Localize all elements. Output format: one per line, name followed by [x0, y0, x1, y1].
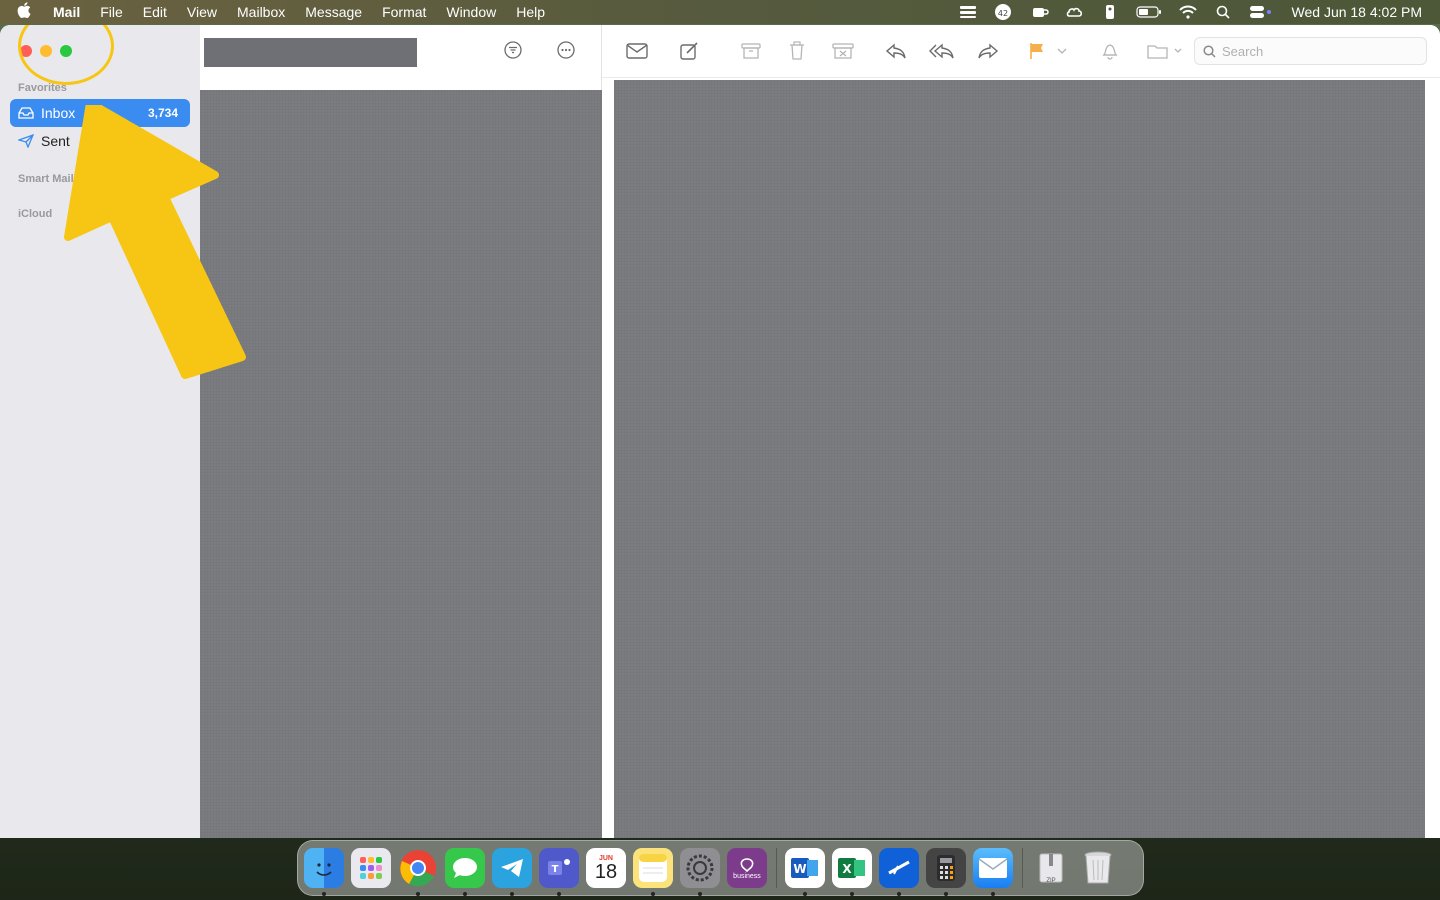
battery-icon: [1135, 4, 1162, 20]
dock-notes[interactable]: [633, 848, 673, 896]
dock-chrome[interactable]: [398, 848, 438, 896]
dock-teams[interactable]: T: [539, 848, 579, 896]
archive-icon[interactable]: [738, 39, 764, 63]
annotation-arrow: [64, 105, 246, 379]
message-list-redacted: [200, 90, 602, 838]
badge-count: 42: [997, 9, 1007, 18]
dock-mail-helper[interactable]: [879, 848, 919, 896]
dock: T JUN 18 business W X ZIP: [297, 840, 1144, 896]
apple-logo-icon[interactable]: [17, 2, 39, 22]
coffee-icon[interactable]: [1031, 4, 1049, 20]
menu-format[interactable]: Format: [382, 4, 426, 20]
dock-excel[interactable]: X: [832, 848, 872, 896]
get-mail-icon[interactable]: [624, 39, 650, 63]
dock-telegram[interactable]: [492, 848, 532, 896]
stacks-icon[interactable]: [959, 4, 977, 20]
flag-icon[interactable]: [1024, 39, 1050, 63]
trash-icon[interactable]: [784, 39, 810, 63]
svg-text:X: X: [842, 862, 852, 876]
dock-word[interactable]: W: [785, 848, 825, 896]
menu-window[interactable]: Window: [446, 4, 496, 20]
menu-mailbox[interactable]: Mailbox: [237, 4, 285, 20]
compose-icon[interactable]: [677, 39, 703, 63]
svg-text:W: W: [793, 862, 806, 876]
dock-system-settings[interactable]: [680, 848, 720, 896]
dock-separator: [1022, 848, 1023, 888]
menu-message[interactable]: Message: [305, 4, 362, 20]
control-center-icon[interactable]: [1249, 4, 1273, 20]
reply-all-icon[interactable]: [929, 39, 955, 63]
mail-window: Favorites Inbox 3,734 Sent Smart Mailbox…: [0, 25, 1440, 838]
calendar-day: 18: [594, 860, 618, 883]
icloud-heading[interactable]: iCloud: [18, 208, 52, 220]
menu-file[interactable]: File: [100, 4, 123, 20]
menubar-clock[interactable]: Wed Jun 18 4:02 PM: [1292, 4, 1422, 20]
menu-help[interactable]: Help: [516, 4, 545, 20]
archive-label: ZIP: [1046, 878, 1056, 884]
inbox-icon: [18, 105, 34, 121]
junk-icon[interactable]: [830, 39, 856, 63]
badge-42-icon[interactable]: 42: [994, 4, 1014, 20]
dock-finder[interactable]: [304, 848, 344, 896]
creative-cloud-icon[interactable]: [1066, 4, 1084, 20]
move-icon[interactable]: [1146, 39, 1184, 63]
dock-mail[interactable]: [973, 848, 1013, 896]
dock-calendar[interactable]: JUN 18: [586, 848, 626, 888]
dock-messages[interactable]: [445, 848, 485, 896]
svg-text:T: T: [552, 864, 559, 875]
remote-icon[interactable]: [1101, 4, 1119, 20]
spotlight-search-icon[interactable]: [1214, 4, 1232, 20]
search-placeholder: Search: [1222, 43, 1264, 59]
dock-viber-business[interactable]: business: [727, 848, 767, 888]
paper-plane-icon: [18, 133, 34, 149]
flag-menu-icon[interactable]: [1054, 39, 1070, 63]
toolbar-divider: [602, 77, 1440, 78]
reading-pane: Search: [602, 25, 1440, 838]
viber-sublabel: business: [733, 872, 761, 880]
wifi-icon[interactable]: [1178, 4, 1197, 20]
menu-bar: Mail File Edit View Mailbox Message Form…: [0, 0, 1440, 24]
forward-icon[interactable]: [975, 39, 1001, 63]
message-content-redacted: [614, 80, 1425, 838]
filter-icon[interactable]: [502, 39, 524, 61]
dock-trash[interactable]: [1078, 848, 1118, 888]
dock-launchpad[interactable]: [351, 848, 391, 888]
search-icon: [1203, 44, 1216, 58]
menu-view[interactable]: View: [187, 4, 217, 20]
reply-icon[interactable]: [883, 39, 909, 63]
dock-archive-utility[interactable]: ZIP: [1031, 848, 1071, 888]
message-list-pane: [200, 25, 602, 838]
mailbox-title-redacted: [204, 38, 417, 67]
search-field[interactable]: Search: [1194, 37, 1427, 65]
dock-calculator[interactable]: [926, 848, 966, 896]
menu-edit[interactable]: Edit: [143, 4, 167, 20]
dock-separator: [776, 848, 777, 888]
notify-icon[interactable]: [1097, 39, 1123, 63]
more-options-icon[interactable]: [555, 39, 577, 61]
menu-app-name[interactable]: Mail: [53, 4, 80, 20]
